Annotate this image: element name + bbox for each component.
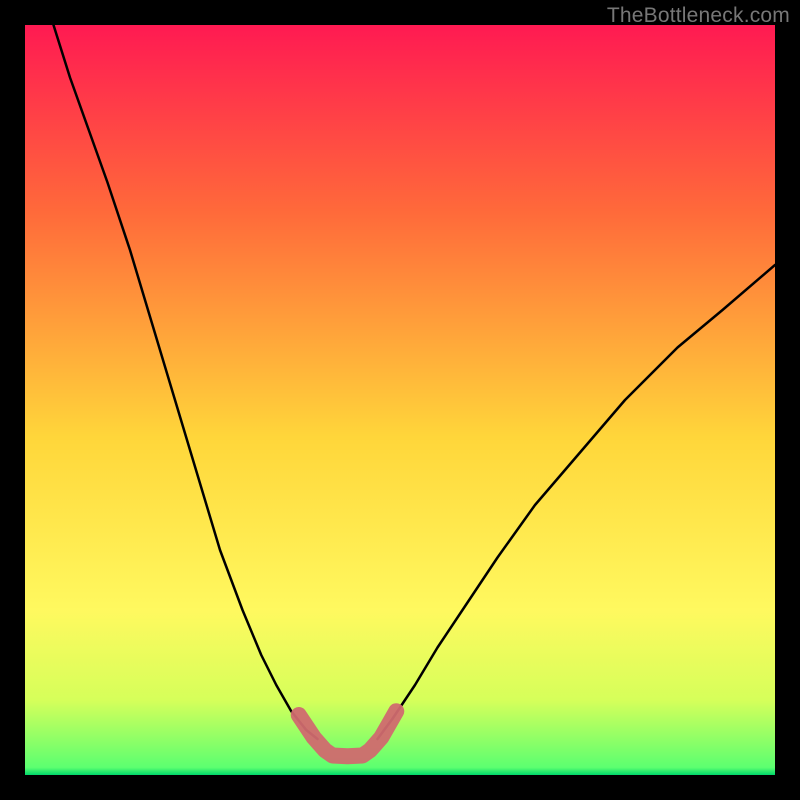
chart-svg <box>25 25 775 775</box>
plot-area <box>25 25 775 775</box>
gradient-bg <box>25 25 775 775</box>
chart-frame: TheBottleneck.com <box>0 0 800 800</box>
